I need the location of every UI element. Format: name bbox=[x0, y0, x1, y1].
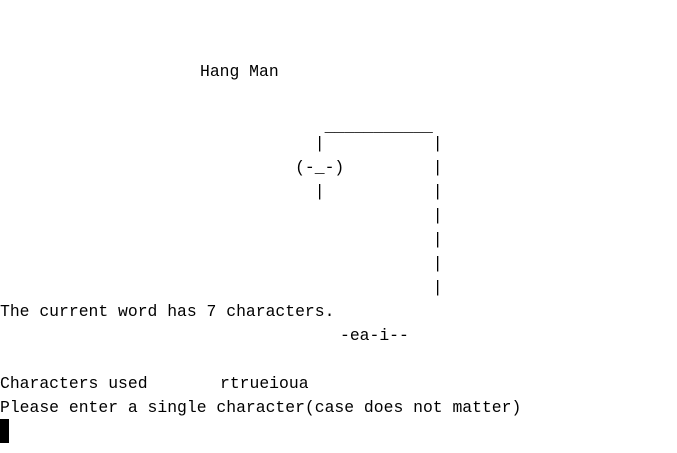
masked-word: -ea-i-- bbox=[340, 326, 409, 345]
gallows-line: | | bbox=[0, 134, 443, 153]
gallows-line: | bbox=[0, 230, 443, 249]
input-prompt: Please enter a single character(case doe… bbox=[0, 398, 522, 417]
game-title: Hang Man bbox=[200, 62, 279, 81]
text-cursor[interactable] bbox=[0, 419, 9, 443]
gallows-line: | bbox=[0, 278, 443, 297]
hangman-head: (-_-) | bbox=[0, 158, 443, 177]
chars-used-value: rtrueioua bbox=[220, 374, 309, 393]
word-length-message: The current word has 7 characters. bbox=[0, 302, 335, 321]
chars-used-label: Characters used bbox=[0, 374, 148, 393]
gallows-line: | bbox=[0, 206, 443, 225]
terminal-console[interactable]: Hang Man ___________ | | (-_-) | | | | |… bbox=[0, 0, 677, 453]
gallows-line: | | bbox=[0, 182, 443, 201]
gallows-line: | bbox=[0, 254, 443, 273]
